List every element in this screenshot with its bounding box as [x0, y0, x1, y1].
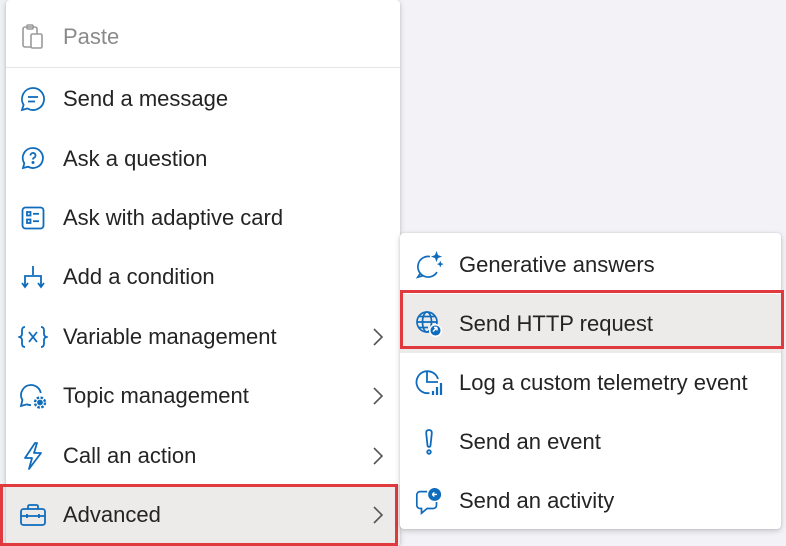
menu-item-send-message[interactable]: Send a message	[6, 69, 400, 128]
menu-item-label: Variable management	[63, 323, 277, 349]
menu-item-ask-question[interactable]: Ask a question	[6, 129, 400, 188]
menu-item-topic-management[interactable]: Topic management	[6, 366, 400, 425]
chevron-right-icon	[370, 505, 386, 525]
menu-item-label: Ask a question	[63, 145, 208, 171]
sparkle-chat-icon	[414, 250, 444, 280]
menu-item-send-activity[interactable]: Send an activity	[400, 471, 781, 530]
advanced-submenu: Generative answers Send HTTP request Log…	[400, 233, 781, 529]
menu-item-variable-management[interactable]: Variable management	[6, 307, 400, 366]
toolbox-icon	[18, 500, 48, 530]
menu-item-paste[interactable]: Paste	[6, 7, 400, 66]
adaptive-card-icon	[18, 203, 48, 233]
clipboard-icon	[18, 22, 48, 52]
chevron-right-icon	[370, 446, 386, 466]
chevron-right-icon	[370, 386, 386, 406]
menu-item-label: Send an event	[459, 428, 601, 454]
menu-item-log-telemetry[interactable]: Log a custom telemetry event	[400, 353, 781, 412]
chevron-right-icon	[370, 327, 386, 347]
menu-item-label: Paste	[63, 23, 120, 49]
menu-item-add-condition[interactable]: Add a condition	[6, 247, 400, 306]
menu-item-label: Send a message	[63, 85, 229, 111]
menu-item-label: Send HTTP request	[459, 310, 654, 336]
menu-item-send-event[interactable]: Send an event	[400, 412, 781, 471]
chat-bubble-icon	[18, 84, 48, 114]
menu-item-call-action[interactable]: Call an action	[6, 426, 400, 485]
menu-item-advanced[interactable]: Advanced	[6, 485, 400, 544]
telemetry-chart-icon	[414, 368, 444, 398]
menu-item-label: Topic management	[63, 382, 249, 408]
context-menu: Paste Send a message Ask a question Ask …	[6, 0, 400, 546]
menu-item-generative-answers[interactable]: Generative answers	[400, 235, 781, 294]
activity-chat-icon	[414, 486, 444, 516]
menu-item-label: Generative answers	[459, 251, 655, 277]
exclamation-icon	[414, 427, 444, 457]
lightning-icon	[18, 441, 48, 471]
menu-divider	[6, 67, 400, 68]
menu-item-ask-adaptive-card[interactable]: Ask with adaptive card	[6, 188, 400, 247]
menu-item-label: Call an action	[63, 442, 197, 468]
variable-icon	[18, 322, 48, 352]
menu-item-send-http-request[interactable]: Send HTTP request	[400, 294, 781, 353]
menu-item-label: Send an activity	[459, 487, 615, 513]
menu-item-label: Add a condition	[63, 263, 215, 289]
menu-item-label: Log a custom telemetry event	[459, 369, 748, 395]
menu-item-label: Advanced	[63, 501, 161, 527]
topic-gear-icon	[18, 381, 48, 411]
question-bubble-icon	[18, 144, 48, 174]
menu-item-label: Ask with adaptive card	[63, 204, 284, 230]
branch-icon	[18, 262, 48, 292]
globe-arrow-icon	[414, 309, 444, 339]
